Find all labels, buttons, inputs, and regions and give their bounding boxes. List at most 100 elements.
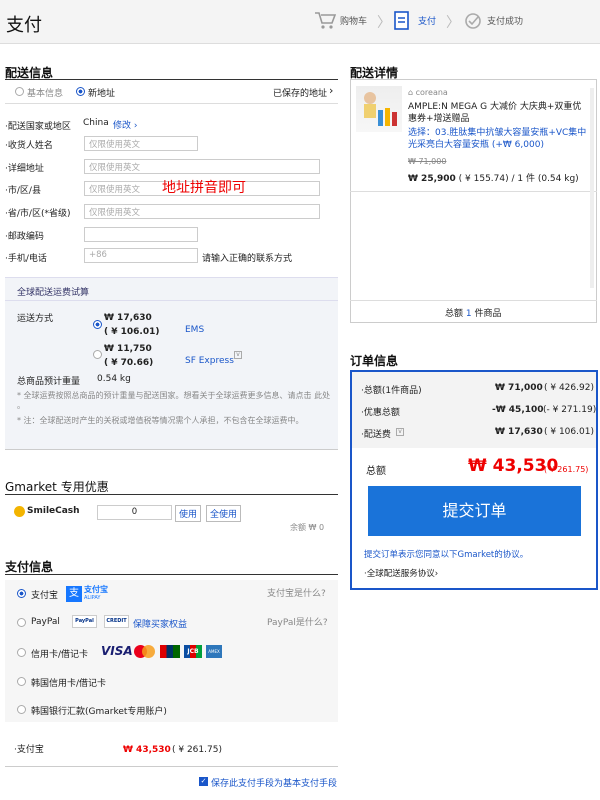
brand-name: ⌂ coreana	[408, 88, 448, 97]
alipay-help-link[interactable]: 支付宝是什么?	[267, 586, 326, 599]
pinyin-annotation: 地址拼音即可	[162, 180, 246, 196]
step-cart: 购物车	[340, 17, 368, 27]
product-name[interactable]: AMPLE:N MEGA G 大减价 大庆典+双重优惠券+增送赠品	[408, 101, 588, 125]
calc-note-2: * 注：全球配送时产生的关税或增值税等情况需个人承担，不包含在全球运费中。	[17, 416, 304, 425]
smilecash-balance: 余额 ₩ 0	[290, 523, 325, 532]
step-payment: 支付	[418, 17, 437, 27]
amex-logo: AMEX	[206, 645, 222, 658]
weight-label: 总商品预计重量	[17, 377, 81, 387]
dropdown-icon[interactable]: v	[234, 351, 242, 359]
province-label: ·省/市/区(*省级)	[5, 209, 71, 219]
order-discount-amount: -₩ 45,100	[492, 405, 544, 415]
address-input[interactable]: 仅限使用英文	[84, 159, 320, 174]
sf-express-radio[interactable]	[93, 350, 102, 359]
bank-transfer-radio[interactable]	[17, 705, 26, 714]
use-all-button[interactable]: 全使用	[206, 505, 242, 522]
order-subtotal-cny: ( ¥ 426.92)	[544, 383, 594, 393]
credit-card-radio[interactable]	[17, 648, 26, 657]
save-default-label: 保存此支付手段为基本支付手段	[211, 779, 338, 789]
use-button[interactable]: 使用	[175, 505, 202, 522]
zip-label: ·邮政编码	[5, 232, 44, 242]
korea-card-radio[interactable]	[17, 677, 26, 686]
paypal-help-link[interactable]: PayPal是什么?	[267, 615, 328, 628]
product-image	[356, 86, 402, 132]
ems-name: EMS	[185, 325, 205, 335]
chevron-right-icon: 〉	[446, 15, 460, 31]
order-discount-label: ·优惠总额	[361, 408, 400, 418]
coupon-section-title: Gmarket 专用优惠	[5, 480, 109, 494]
agreement-text: 提交订单表示您同意以下Gmarket的协议。	[364, 550, 529, 560]
name-input[interactable]: 仅限使用英文	[84, 136, 198, 151]
step-success: 支付成功	[487, 17, 524, 27]
new-address-label: 新地址	[88, 89, 116, 99]
delivery-total-count: 总额 1 件商品	[445, 309, 502, 319]
zip-input[interactable]	[84, 227, 198, 242]
product-option: 选择：03.胜肽集中抗皱大容量安瓶+VC集中光采亮白大容量安瓶 (+₩ 6,00…	[408, 128, 587, 150]
credit-card-label: 信用卡/借记卡	[31, 650, 89, 660]
method-label: 运送方式	[17, 314, 54, 324]
sf-express-price: ₩ 11,750( ¥ 70.66)	[104, 344, 154, 368]
basic-info-label: 基本信息	[27, 89, 64, 99]
phone-label: ·手机/电话	[5, 254, 47, 264]
chevron-right-icon: 〉	[377, 15, 391, 31]
delivery-scrollbar[interactable]	[590, 88, 594, 288]
alipay-radio[interactable]	[17, 589, 26, 598]
visa-logo: VISA	[101, 644, 133, 658]
phone-hint: 请输入正确的联系方式	[202, 254, 293, 264]
ems-price: ₩ 17,630( ¥ 106.01)	[104, 313, 160, 337]
order-shipping-label: ·配送费	[361, 430, 391, 440]
phone-input[interactable]: +86	[84, 248, 198, 263]
country-label: ·配送国家或地区	[5, 122, 71, 132]
modify-country-link[interactable]: 修改 ›	[113, 118, 137, 131]
order-total-label: 总额	[366, 466, 386, 477]
country-value: China	[83, 118, 109, 128]
shipping-fee-dropdown-icon[interactable]: v	[396, 428, 404, 436]
page-title: 支付	[6, 15, 42, 36]
order-shipping-cny: ( ¥ 106.01)	[544, 427, 594, 437]
alipay-logo: 支支付宝 ALIPAY	[66, 586, 112, 602]
province-input[interactable]: 仅限使用英文	[84, 204, 320, 219]
jcb-logo: JCB	[184, 645, 202, 658]
paypal-protection-link[interactable]: 保障买家权益	[133, 617, 187, 630]
bank-transfer-label: 韩国银行汇款(Gmarket专用账户)	[31, 707, 167, 717]
product-price: ₩ 25,900 ( ¥ 155.74) / 1 件 (0.54 kg)	[408, 174, 579, 184]
order-total-cny: ( ¥ 261.75)	[544, 465, 589, 474]
basic-info-radio[interactable]	[15, 87, 24, 96]
name-label: ·收货人姓名	[5, 141, 53, 151]
product-old-price: ₩ 71,000	[408, 157, 447, 166]
weight-value: 0.54 kg	[97, 374, 131, 384]
address-label: ·详细地址	[5, 164, 44, 174]
cart-icon	[314, 10, 337, 30]
submit-order-button[interactable]: 提交订单	[368, 486, 581, 536]
mastercard-logo	[134, 645, 156, 658]
order-subtotal-amount: ₩ 71,000	[495, 383, 543, 393]
calc-title: 全球配送运费试算	[17, 288, 90, 298]
payment-section-title: 支付信息	[5, 560, 54, 574]
alipay-label: 支付宝	[31, 591, 59, 601]
payment-summary-cny: ( ¥ 261.75)	[172, 745, 222, 755]
payment-doc-icon	[393, 10, 413, 32]
order-discount-cny: (- ¥ 271.19)	[543, 405, 597, 415]
smilecash-label: SmileCash	[27, 506, 80, 516]
order-subtotal-label: ·总额(1件商品)	[361, 386, 422, 396]
calc-note-1: * 全球运费按照总商品的预计重量与配送国家。想看关于全球运费更多信息、请点击 此…	[17, 391, 331, 410]
terms-link[interactable]: ·全球配送服务协议›	[364, 567, 438, 579]
payment-summary-label: ·支付宝	[14, 745, 44, 755]
save-default-checkbox[interactable]: ✓	[199, 777, 208, 786]
ems-radio[interactable]	[93, 320, 102, 329]
order-section-title: 订单信息	[350, 354, 399, 368]
payment-summary-amount: ₩ 43,530	[123, 745, 171, 755]
smilecash-icon	[14, 506, 25, 517]
paypal-label: PayPal	[31, 617, 60, 627]
unionpay-logo	[160, 645, 180, 658]
paypal-logo: PayPal	[72, 615, 97, 628]
smilecash-input[interactable]: 0	[97, 505, 172, 520]
success-check-icon	[463, 11, 483, 31]
paypal-radio[interactable]	[17, 618, 26, 627]
korea-card-label: 韩国信用卡/借记卡	[31, 679, 107, 689]
paypal-credit-logo: CREDIT	[104, 615, 129, 628]
new-address-radio[interactable]	[76, 87, 85, 96]
saved-address-link[interactable]: 已保存的地址	[273, 86, 327, 99]
order-shipping-amount: ₩ 17,630	[495, 427, 543, 437]
sf-express-name: SF Express	[185, 356, 234, 366]
